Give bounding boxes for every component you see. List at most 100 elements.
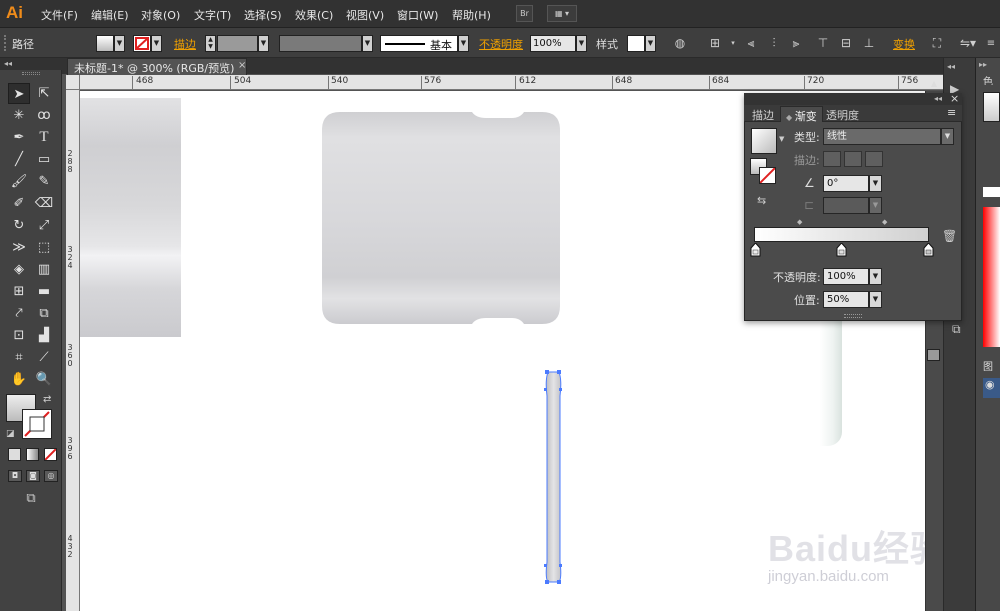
recolor-artwork-icon[interactable]: ◍ [671, 35, 689, 52]
opacity-dropdown[interactable]: ▼ [576, 35, 587, 52]
variable-width-profile[interactable] [279, 35, 362, 52]
graphic-style-swatch[interactable] [627, 35, 645, 52]
mesh-tool-icon[interactable]: ⊞ [8, 281, 30, 302]
menu-window[interactable]: 窗口(W) [397, 7, 438, 23]
midpoint-diamond-icon[interactable]: ◆ [882, 218, 887, 226]
gradient-rectangle-shape[interactable] [80, 98, 181, 337]
paintbrush-tool-icon[interactable]: 🖌 [8, 171, 30, 192]
blend-tool-icon[interactable]: ⧉ [33, 303, 55, 324]
midpoint-diamond-icon[interactable]: ◆ [797, 218, 802, 226]
column-graph-tool-icon[interactable]: ▟ [33, 325, 55, 346]
transform-label[interactable]: 变换 [893, 36, 915, 52]
panel-menu-icon[interactable]: ⇋▾ [955, 35, 981, 52]
stroke-weight-stepper[interactable]: ▲ ▼ [205, 35, 216, 52]
graphic-style-dropdown[interactable]: ▼ [645, 35, 656, 52]
layer-row[interactable]: ◉ [983, 378, 1000, 398]
bridge-button[interactable]: Br [516, 5, 533, 22]
stroke-dropdown[interactable]: ▼ [151, 35, 162, 52]
gradient-stroke-swatch[interactable] [759, 167, 776, 184]
eye-icon[interactable]: ◉ [983, 378, 995, 391]
gradient-preset-dropdown-icon[interactable]: ▼ [779, 135, 784, 143]
selected-slim-bar-shape[interactable] [540, 366, 568, 590]
gradient-slider-bar[interactable] [754, 227, 929, 242]
tab-stroke[interactable]: 描边 [747, 106, 779, 122]
lasso-tool-icon[interactable]: ꝏ [33, 105, 55, 126]
stroke-label[interactable]: 描边 [174, 36, 196, 52]
direct-selection-tool-icon[interactable]: ⇱ [33, 83, 55, 104]
isolate-selected-icon[interactable]: ⛶ [928, 35, 946, 52]
stroke-swatch[interactable] [133, 35, 151, 52]
menu-type[interactable]: 文字(T) [194, 7, 231, 23]
menu-file[interactable]: 文件(F) [41, 7, 78, 23]
toolbox-grip[interactable] [22, 72, 40, 75]
stop-opacity-dropdown[interactable]: ▼ [869, 268, 882, 285]
ruler-origin[interactable] [66, 75, 80, 90]
free-transform-tool-icon[interactable]: ⬚ [33, 237, 55, 258]
align-left-icon[interactable]: ⫷ [742, 35, 760, 52]
pen-tool-icon[interactable]: ✒ [8, 127, 30, 148]
reverse-gradient-icon[interactable]: ⇆ [757, 194, 766, 207]
shape-builder-tool-icon[interactable]: ◈ [8, 259, 30, 280]
gradient-angle-dropdown[interactable]: ▼ [869, 175, 882, 192]
color-spectrum[interactable] [983, 207, 1000, 347]
color-mode-button[interactable] [8, 448, 21, 461]
slice-tool-icon[interactable]: ⟋ [33, 347, 55, 368]
pencil-tool-icon[interactable]: ✎ [33, 171, 55, 192]
perspective-grid-tool-icon[interactable]: ▥ [33, 259, 55, 280]
menu-help[interactable]: 帮助(H) [452, 7, 491, 23]
gradient-type-dropdown[interactable]: ▼ [941, 128, 954, 145]
draw-inside-icon[interactable]: ◎ [44, 470, 58, 482]
opacity-label[interactable]: 不透明度 [479, 36, 523, 52]
align-vertical-center-icon[interactable]: ⊟ [837, 35, 855, 52]
side-bar-shape[interactable] [820, 320, 842, 446]
fill-dropdown[interactable]: ▼ [114, 35, 125, 52]
magic-wand-tool-icon[interactable]: ✳ [8, 105, 30, 126]
align-horizontal-center-icon[interactable]: ⫶ [765, 35, 783, 52]
draw-normal-icon[interactable]: ◘ [8, 470, 22, 482]
opacity-field[interactable]: 100% [530, 35, 576, 52]
layers-panel-tab[interactable]: 图 [983, 358, 1000, 372]
default-colors-icon[interactable]: ◪ [6, 429, 16, 439]
stroke-weight-field[interactable] [217, 35, 258, 52]
tab-gradient[interactable]: ◆ 渐变 [780, 106, 823, 123]
gradient-panel-titlebar[interactable] [744, 93, 962, 105]
eyedropper-tool-icon[interactable]: ⤤ [8, 303, 30, 324]
gradient-stop-middle[interactable] [836, 243, 847, 257]
menu-object[interactable]: 对象(O) [141, 7, 180, 23]
menu-edit[interactable]: 编辑(E) [91, 7, 129, 23]
stop-location-field[interactable]: 50% [823, 291, 869, 308]
control-bar-grip[interactable] [4, 35, 6, 51]
tab-transparency[interactable]: 透明度 [821, 106, 864, 122]
menu-view[interactable]: 视图(V) [346, 7, 384, 23]
gradient-tool-icon[interactable]: ▬ [33, 281, 55, 302]
gradient-mode-button[interactable] [26, 448, 39, 461]
rounded-square-shape[interactable] [320, 110, 562, 328]
gradient-stop-left[interactable] [750, 243, 761, 257]
none-mode-button[interactable] [44, 448, 57, 461]
type-tool-icon[interactable]: T [33, 127, 55, 148]
gradient-stop-right[interactable] [923, 243, 934, 257]
align-bottom-icon[interactable]: ⊥ [860, 35, 878, 52]
align-to-dropdown-icon[interactable]: ▾ [724, 35, 742, 52]
gradient-type-select[interactable]: 线性 [823, 128, 941, 145]
scale-tool-icon[interactable]: ⤢ [33, 215, 55, 236]
align-top-icon[interactable]: ⊤ [814, 35, 832, 52]
panel-menu-icon[interactable]: ≡ [947, 106, 956, 119]
panel-close-icon[interactable]: × [950, 92, 959, 105]
menu-select[interactable]: 选择(S) [244, 7, 282, 23]
close-document-icon[interactable]: × [238, 60, 246, 71]
color-panel-swatch[interactable] [983, 92, 1000, 122]
selection-tool-icon[interactable]: ➤ [8, 83, 30, 104]
toolbox-header[interactable]: ◂◂ [0, 58, 62, 70]
zoom-tool-icon[interactable]: 🔍 [33, 369, 55, 390]
gradient-angle-field[interactable]: 0° [823, 175, 869, 192]
width-tool-icon[interactable]: ≫ [8, 237, 30, 258]
document-tab[interactable]: 未标题-1* @ 300% (RGB/预览) [67, 58, 247, 75]
arrange-documents-button[interactable]: ▦ ▾ [547, 5, 577, 22]
brush-definition-field[interactable]: 基本 [380, 35, 458, 52]
stop-location-dropdown[interactable]: ▼ [869, 291, 882, 308]
collapse-panels-icon[interactable]: ◂◂ [947, 62, 955, 71]
swap-fill-stroke-icon[interactable]: ⇄ [43, 394, 51, 405]
line-segment-tool-icon[interactable]: ╱ [8, 149, 30, 170]
panel-resize-grip[interactable] [844, 314, 862, 318]
